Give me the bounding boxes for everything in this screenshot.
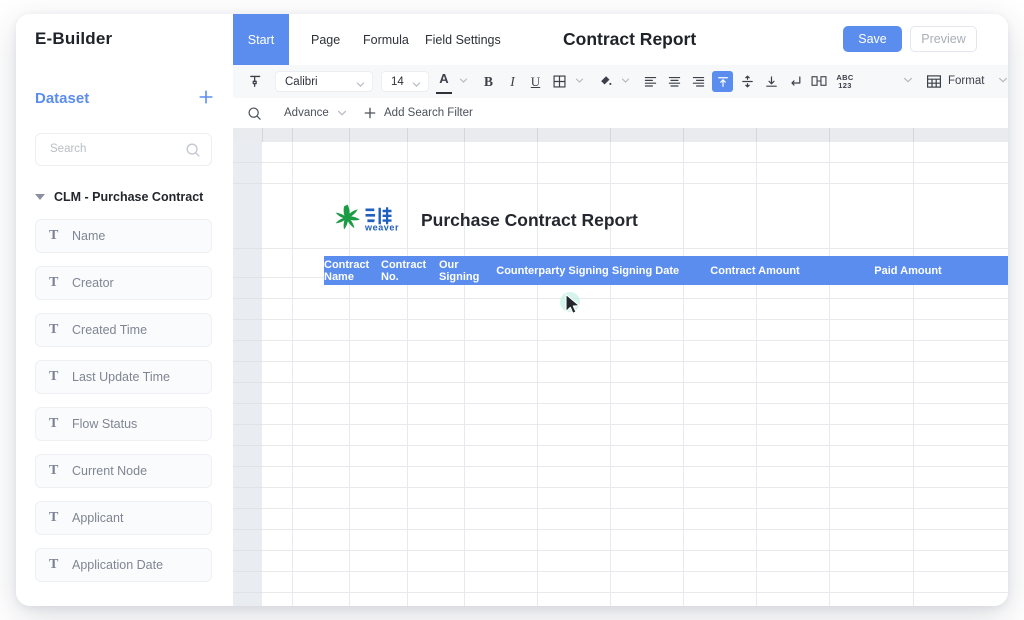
wrap-text-icon[interactable] (786, 72, 804, 90)
th-counterparty-signing: Counterparty Signing (496, 256, 609, 285)
bold-label: B (484, 74, 493, 90)
advance-dropdown-label[interactable]: Advance (284, 107, 329, 119)
underline-label: U (531, 74, 540, 90)
text-color-icon[interactable]: A (436, 71, 452, 94)
report-title: Purchase Contract Report (421, 210, 638, 231)
dataset-tree-node[interactable]: CLM - Purchase Contract (35, 187, 215, 207)
text-color-letter: A (439, 71, 448, 86)
document-title: Contract Report (563, 14, 696, 65)
menu-item-field-settings[interactable]: Field Settings (425, 14, 501, 65)
preview-button[interactable]: Preview (910, 26, 977, 52)
field-label: Name (72, 229, 105, 243)
borders-icon[interactable] (550, 72, 568, 90)
format-painter-icon[interactable] (245, 71, 265, 92)
svg-text:weaver: weaver (364, 223, 399, 233)
dataset-heading: Dataset (35, 90, 89, 107)
fill-color-chevron-down-icon[interactable] (619, 74, 631, 86)
format-toolbar: Calibri 14 A B I U (233, 65, 1008, 99)
add-search-filter-label[interactable]: Add Search Filter (384, 107, 473, 119)
font-family-select[interactable]: Calibri (275, 71, 373, 92)
underline-button[interactable]: U (528, 71, 543, 92)
th-contract-no: Contract No. (381, 256, 439, 285)
chevron-down-icon (355, 77, 366, 95)
align-left-icon[interactable] (641, 72, 659, 90)
field-item-created-time[interactable]: T Created Time (35, 313, 212, 347)
add-dataset-icon[interactable] (196, 87, 216, 107)
align-middle-icon[interactable] (738, 72, 756, 90)
more-options-chevron-down-icon[interactable] (902, 74, 914, 86)
borders-chevron-down-icon[interactable] (573, 74, 585, 86)
number-format-123: 123 (838, 82, 851, 90)
align-bottom-icon[interactable] (762, 72, 780, 90)
search-input[interactable] (48, 142, 180, 156)
field-item-applicant[interactable]: T Applicant (35, 501, 212, 535)
table-format-icon[interactable] (925, 72, 943, 90)
field-item-application-date[interactable]: T Application Date (35, 548, 212, 582)
search-filter-icon[interactable] (245, 104, 263, 122)
th-paid-amount: Paid Amount (828, 256, 988, 285)
italic-label: I (510, 74, 515, 90)
column-header-strip[interactable] (233, 128, 1008, 143)
dataset-tree-label: CLM - Purchase Contract (54, 190, 203, 204)
field-item-last-update-time[interactable]: T Last Update Time (35, 360, 212, 394)
font-size-select[interactable]: 14 (381, 71, 429, 92)
top-bar: E-Builder Start Page Formula Field Setti… (16, 14, 1008, 66)
font-size-value: 14 (391, 76, 404, 88)
spreadsheet[interactable]: weaver Purchase Contract Report Contract… (233, 128, 1008, 606)
menu-item-page[interactable]: Page (311, 14, 340, 65)
italic-button[interactable]: I (505, 71, 520, 92)
align-top-icon[interactable] (712, 71, 733, 92)
text-type-icon: T (49, 417, 67, 431)
text-type-icon: T (49, 464, 67, 478)
bold-button[interactable]: B (481, 71, 496, 92)
text-type-icon: T (49, 370, 67, 384)
field-item-current-node[interactable]: T Current Node (35, 454, 212, 488)
text-type-icon: T (49, 276, 67, 290)
menu-item-formula[interactable]: Formula (363, 14, 409, 65)
weaver-logo: weaver (327, 202, 407, 246)
tab-start[interactable]: Start (233, 14, 289, 65)
report-table-header: Contract Name Contract No. Our Signing C… (324, 256, 1008, 285)
app-window: E-Builder Start Page Formula Field Setti… (16, 14, 1008, 606)
merge-cells-icon[interactable] (810, 72, 828, 90)
field-label: Current Node (72, 464, 147, 478)
field-item-flow-status[interactable]: T Flow Status (35, 407, 212, 441)
text-type-icon: T (49, 323, 67, 337)
search-box[interactable] (35, 133, 212, 166)
number-format-icon[interactable]: ABC 123 (834, 70, 856, 93)
save-button[interactable]: Save (843, 26, 902, 52)
field-item-creator[interactable]: T Creator (35, 266, 212, 300)
align-center-icon[interactable] (665, 72, 683, 90)
field-label: Created Time (72, 323, 147, 337)
sidebar: Dataset CLM - Purchase Contract T Name T… (16, 65, 234, 606)
field-label: Last Update Time (72, 370, 170, 384)
field-label: Application Date (72, 558, 163, 572)
search-icon (185, 142, 201, 158)
th-our-signing: Our Signing (439, 256, 496, 285)
text-color-chevron-down-icon[interactable] (457, 74, 469, 86)
app-brand: E-Builder (35, 29, 112, 49)
th-signing-date: Signing Date (609, 256, 682, 285)
field-label: Creator (72, 276, 114, 290)
align-right-icon[interactable] (689, 72, 707, 90)
text-type-icon: T (49, 511, 67, 525)
th-contract-name: Contract Name (324, 256, 381, 285)
row-header-gutter[interactable] (233, 142, 263, 606)
field-item-name[interactable]: T Name (35, 219, 212, 253)
chevron-down-icon[interactable] (35, 194, 45, 200)
font-family-value: Calibri (285, 76, 318, 88)
text-type-icon: T (49, 229, 67, 243)
advance-chevron-down-icon[interactable] (336, 107, 348, 119)
field-label: Applicant (72, 511, 123, 525)
add-filter-plus-icon[interactable] (362, 105, 378, 121)
text-type-icon: T (49, 558, 67, 572)
fill-color-icon[interactable] (596, 72, 614, 90)
chevron-down-icon (411, 77, 422, 95)
format-chevron-down-icon[interactable] (997, 74, 1008, 86)
th-contract-amount: Contract Amount (682, 256, 828, 285)
filter-toolbar: Advance Add Search Filter (233, 98, 1008, 129)
format-label[interactable]: Format (948, 75, 984, 87)
field-label: Flow Status (72, 417, 137, 431)
